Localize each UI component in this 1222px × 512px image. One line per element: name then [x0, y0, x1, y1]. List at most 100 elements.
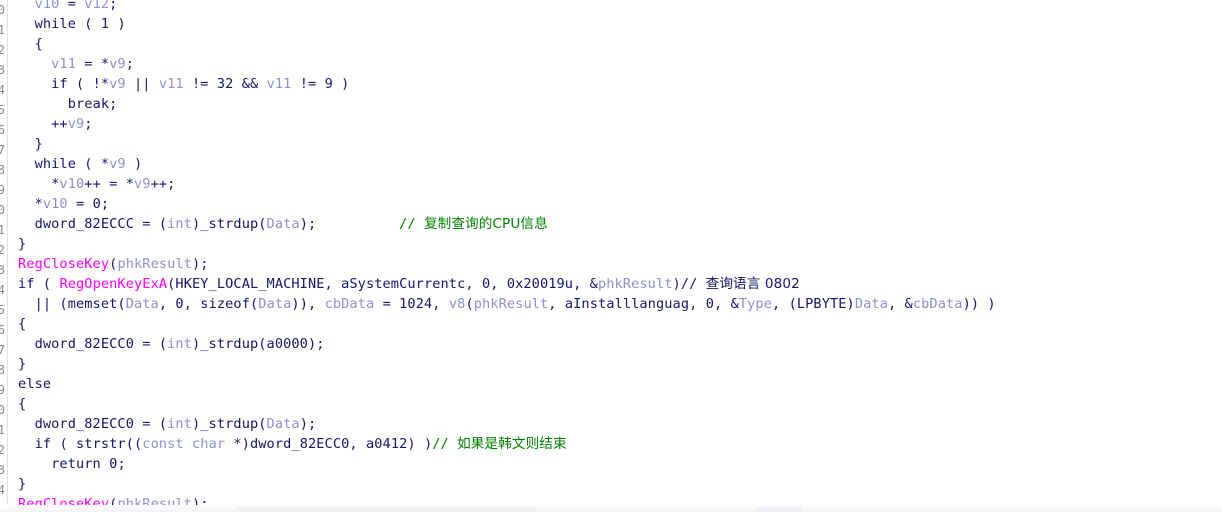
code-token: *)dword_82ECC0, a0412) )	[225, 436, 433, 452]
line-break[interactable]: break;	[18, 94, 996, 114]
line-regclosekey-1[interactable]: RegCloseKey(phkResult);	[18, 254, 996, 274]
code-token: ++ = *	[84, 176, 134, 192]
line-open-brace-4[interactable]: {	[18, 394, 996, 414]
code-token: );	[192, 256, 209, 272]
code-token: 1	[100, 16, 110, 32]
line-if-strstr[interactable]: if ( strstr((const char *)dword_82ECC0, …	[18, 434, 996, 454]
code-token: if	[51, 76, 68, 92]
line-incr-v9[interactable]: ++v9;	[18, 114, 996, 134]
line-number: 1	[0, 420, 7, 440]
code-token: //	[680, 276, 706, 292]
line-number: 3	[0, 60, 7, 80]
code-token: }	[18, 236, 27, 252]
line-number: 5	[0, 100, 7, 120]
code-token: (	[76, 16, 101, 32]
line-number: 0	[0, 400, 7, 420]
line-partial-top[interactable]: v10 = v12;	[18, 0, 996, 14]
line-dword-82ECC0-a0000[interactable]: dword_82ECC0 = (int)_strdup(a0000);	[18, 334, 996, 354]
code-token: v9	[134, 176, 151, 192]
line-number: 2	[0, 240, 7, 260]
line-open-brace-3[interactable]: {	[18, 314, 996, 334]
code-token: )	[332, 76, 350, 92]
line-if-regopenkeyexa[interactable]: if ( RegOpenKeyExA(HKEY_LOCAL_MACHINE, a…	[18, 274, 996, 294]
line-close-brace-3[interactable]: }	[18, 354, 996, 374]
code-token: }	[18, 356, 27, 372]
line-if-break-cond[interactable]: if ( !*v9 || v11 != 32 && v11 != 9 )	[18, 74, 996, 94]
line-number: 2	[0, 40, 7, 60]
code-token: )_strdup(	[191, 416, 267, 432]
line-number: 6	[0, 320, 7, 340]
code-token: break	[67, 96, 110, 112]
code-token: dword_82ECCC = (	[18, 216, 168, 232]
code-token: //	[432, 436, 458, 452]
code-token: , &	[573, 276, 598, 292]
code-token: )) )	[962, 296, 996, 312]
code-token: =	[374, 296, 400, 312]
code-token: 9	[324, 76, 333, 92]
line-number: 6	[0, 120, 7, 140]
code-token: else	[18, 376, 52, 392]
code-token: || (memset(	[18, 296, 126, 312]
bottom-clipped-line	[0, 505, 1222, 512]
code-text[interactable]: v10 = v12; while ( 1 ) { v11 = *v9; if (…	[18, 0, 996, 512]
line-dword-82ECCC[interactable]: dword_82ECCC = (int)_strdup(Data); // 复制…	[18, 214, 996, 234]
line-or-memset[interactable]: || (memset(Data, 0, sizeof(Data)), cbDat…	[18, 294, 996, 314]
line-return-0[interactable]: return 0;	[18, 454, 996, 474]
code-token: ++;	[150, 176, 176, 192]
line-null-terminate[interactable]: *v10 = 0;	[18, 194, 996, 214]
code-token: ,	[158, 296, 176, 312]
code-token: )	[672, 276, 681, 292]
line-copy-char[interactable]: *v10++ = *v9++;	[18, 174, 996, 194]
code-token: int	[167, 216, 192, 232]
line-open-brace-1[interactable]: {	[18, 34, 996, 54]
code-token: 32	[216, 76, 234, 92]
code-token: v11	[51, 56, 76, 72]
code-token: 0	[481, 276, 491, 292]
code-token: phkResult	[473, 296, 549, 312]
line-number: 9	[0, 180, 7, 200]
line-number: 3	[0, 260, 7, 280]
line-number: 1	[0, 20, 7, 40]
line-while-1[interactable]: while ( 1 )	[18, 14, 996, 34]
code-token: ;	[100, 196, 110, 212]
line-else[interactable]: else	[18, 374, 996, 394]
code-token: {	[18, 316, 27, 332]
code-token: )	[109, 16, 126, 32]
code-token: 0	[175, 296, 184, 312]
line-close-brace-1[interactable]: }	[18, 134, 996, 154]
line-number: 9	[0, 380, 7, 400]
code-token: (HKEY_LOCAL_MACHINE, aSystemCurrentc,	[167, 276, 482, 292]
code-token: v10	[42, 196, 68, 212]
line-close-brace-2[interactable]: }	[18, 234, 996, 254]
line-dword-82ECC0-data[interactable]: dword_82ECC0 = (int)_strdup(Data);	[18, 414, 996, 434]
code-token: !=	[183, 76, 217, 92]
code-token: const char	[142, 436, 226, 452]
code-token: ( *	[76, 156, 110, 172]
code-token: 查询语言 0802	[705, 276, 800, 292]
line-number: 4	[0, 80, 7, 100]
code-token: )_strdup(	[191, 216, 267, 232]
code-token: while	[34, 156, 76, 172]
line-number-gutter: 01234567890123456789012345	[0, 0, 8, 512]
line-close-brace-4[interactable]: }	[18, 474, 996, 494]
code-token: dword_82ECC0 = (	[18, 416, 168, 432]
code-token: );	[299, 216, 317, 232]
code-token: =	[67, 196, 93, 212]
code-token: ;	[109, 96, 118, 112]
code-token: }	[18, 136, 43, 152]
code-token: phkResult	[597, 276, 673, 292]
line-while-v9[interactable]: while ( *v9 )	[18, 154, 996, 174]
code-scroll-region[interactable]: v10 = v12; while ( 1 ) { v11 = *v9; if (…	[18, 0, 1222, 512]
line-v11-assign[interactable]: v11 = *v9;	[18, 54, 996, 74]
code-token: , sizeof(	[183, 296, 259, 312]
code-token: {	[18, 396, 27, 412]
code-token: ;	[109, 0, 118, 12]
bottom-clipped-line-glyphs	[236, 507, 536, 512]
code-token: if	[18, 276, 35, 292]
code-token: ( !*	[67, 76, 110, 92]
code-token: Data	[258, 296, 292, 312]
